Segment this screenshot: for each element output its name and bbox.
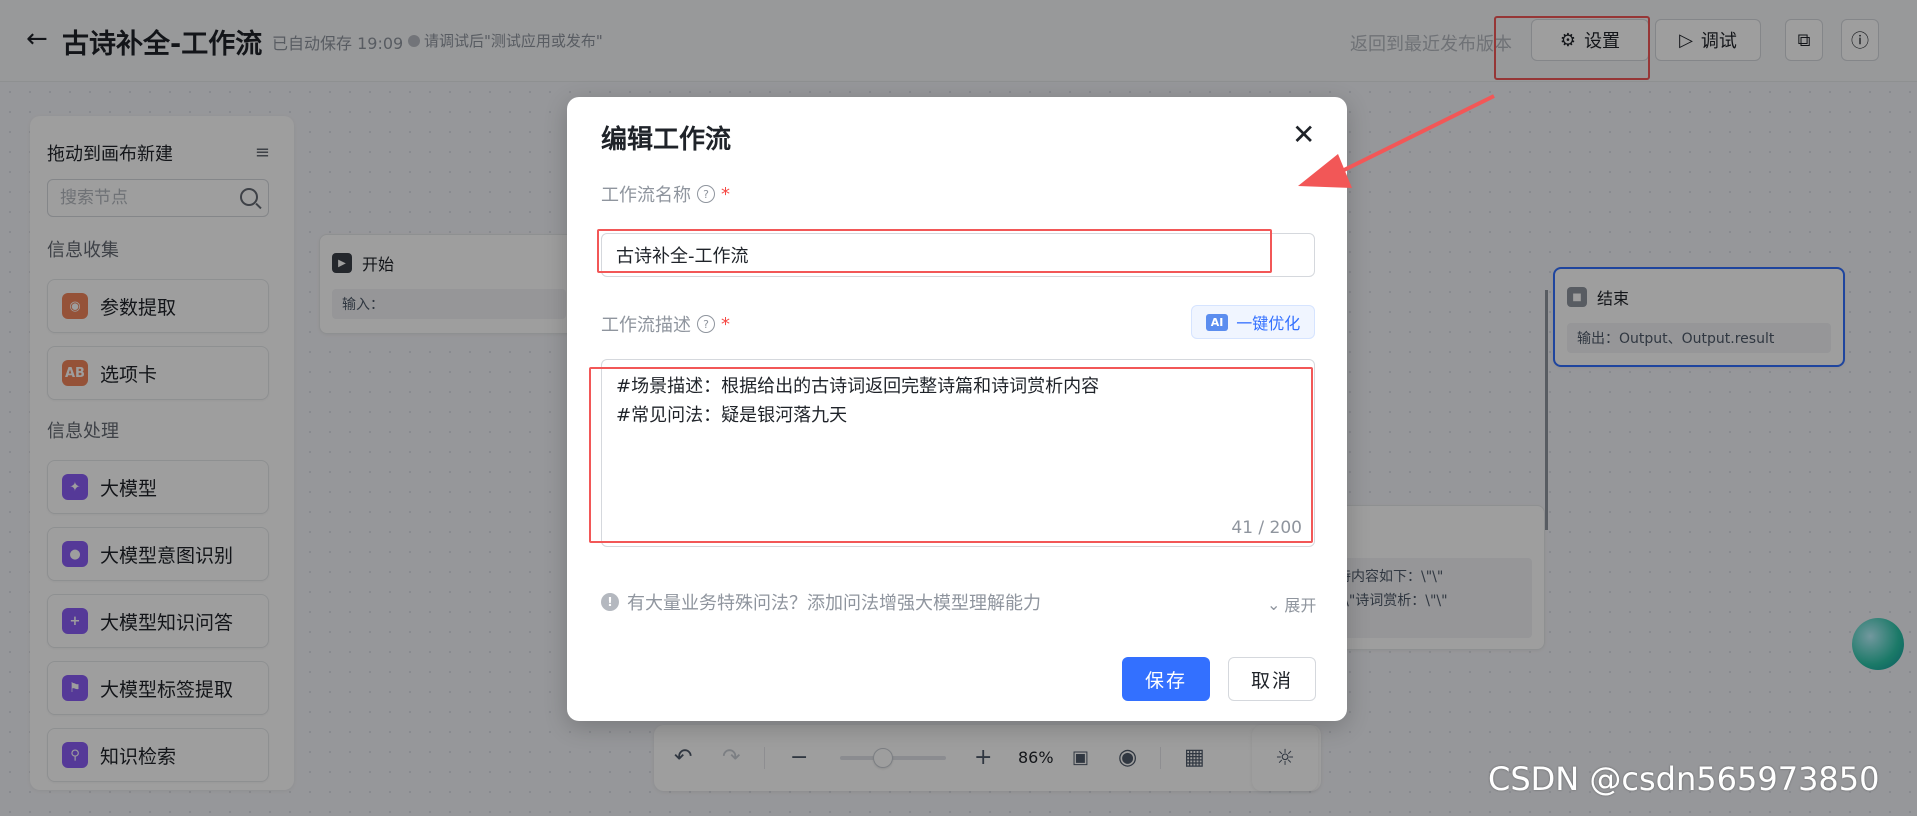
close-icon[interactable]: ✕ — [1292, 121, 1315, 149]
required-asterisk: * — [721, 183, 730, 205]
required-asterisk: * — [721, 313, 730, 335]
watermark: CSDN @csdn565973850 — [1488, 760, 1880, 798]
tip-text: 有大量业务特殊问法？添加问法增强大模型理解能力 — [627, 593, 1041, 614]
desc-field-label: 工作流描述 ? * — [601, 311, 730, 337]
cancel-button[interactable]: 取消 — [1228, 657, 1316, 701]
annotation-box-name — [597, 229, 1272, 273]
annotation-box-description — [589, 367, 1313, 543]
expand-button[interactable]: ⌄ 展开 — [1267, 592, 1316, 616]
ai-optimize-label: 一键优化 — [1236, 314, 1301, 333]
question-tip: ! 有大量业务特殊问法？添加问法增强大模型理解能力 — [601, 589, 1041, 615]
ai-badge-icon: AI — [1205, 313, 1229, 331]
question-icon[interactable]: ? — [697, 185, 715, 203]
dialog-title: 编辑工作流 — [601, 125, 732, 155]
desc-label-text: 工作流描述 — [601, 315, 691, 336]
name-field-label: 工作流名称 ? * — [601, 181, 730, 207]
ai-optimize-button[interactable]: AI 一键优化 — [1191, 305, 1315, 339]
info-icon: ! — [601, 593, 619, 611]
save-button[interactable]: 保存 — [1122, 657, 1210, 701]
expand-label: 展开 — [1284, 596, 1317, 615]
edit-workflow-dialog: 编辑工作流 ✕ 工作流名称 ? * 古诗补全-工作流 工作流描述 ? * AI … — [567, 97, 1347, 721]
chevron-down-icon: ⌄ — [1267, 594, 1281, 614]
name-label-text: 工作流名称 — [601, 185, 691, 206]
question-icon[interactable]: ? — [697, 315, 715, 333]
